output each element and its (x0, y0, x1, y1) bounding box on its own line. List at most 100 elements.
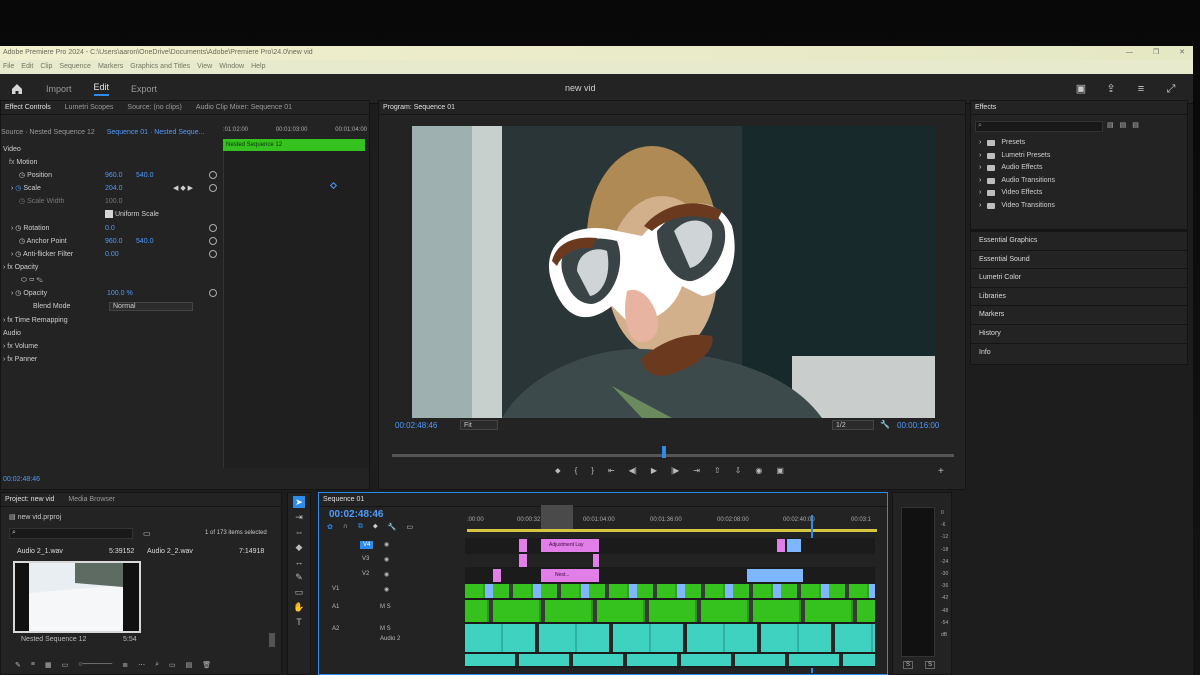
solo-button-right[interactable]: S (925, 661, 936, 669)
menu-view[interactable]: View (197, 60, 212, 74)
track-a3-clips[interactable] (465, 654, 875, 666)
reset-icon[interactable] (209, 289, 217, 297)
ellipse-mask-icon[interactable]: ⬭ (21, 277, 29, 284)
eye-icon[interactable]: ◉ (384, 586, 389, 593)
camera-icon[interactable]: ◉ (755, 466, 762, 480)
tab-effect-controls[interactable]: Effect Controls (5, 104, 51, 111)
fit-dropdown[interactable]: Fit (460, 420, 498, 430)
program-playhead[interactable] (662, 446, 666, 458)
lift-icon[interactable]: ⇧ (714, 466, 721, 480)
maximize-icon[interactable]: ❐ (1153, 46, 1159, 60)
effects-folder-presets[interactable]: › Presets (973, 137, 1179, 150)
solo-button-left[interactable]: S (903, 661, 914, 669)
panel-essential-sound[interactable]: Essential Sound (971, 249, 1187, 269)
sort-icon[interactable]: ≣ (122, 661, 128, 669)
eye-icon[interactable]: ◉ (384, 556, 389, 563)
panel-info[interactable]: Info (971, 342, 1187, 362)
compare-icon[interactable]: ▣ (776, 466, 784, 480)
track-a1-clips[interactable] (465, 600, 875, 622)
clip-v3[interactable] (593, 554, 599, 567)
reset-icon[interactable] (209, 250, 217, 258)
clip-v2[interactable] (747, 569, 803, 582)
effects-folder-audio-effects[interactable]: › Audio Effects (973, 162, 1179, 175)
settings-wrench-icon[interactable]: 🔧 (880, 420, 890, 429)
tab-project[interactable]: Project: new vid (5, 496, 54, 503)
zoom-slider[interactable]: ○────── (78, 661, 112, 669)
slip-tool-icon[interactable]: ↔ (293, 556, 305, 568)
list-view-icon[interactable]: ≡ (31, 661, 35, 669)
panel-libraries[interactable]: Libraries (971, 286, 1187, 306)
resolution-dropdown[interactable]: 1/2 (832, 420, 874, 430)
hand-tool-icon[interactable]: ✋ (293, 601, 305, 613)
reset-icon[interactable] (209, 184, 217, 192)
razor-tool-icon[interactable]: ◆ (293, 541, 305, 553)
menu-help[interactable]: Help (251, 60, 265, 74)
track-v1-clips[interactable] (465, 584, 875, 598)
scale-row[interactable]: › ◷ Scale 204.0 ◀ ◆ ▶ (1, 182, 223, 195)
opacity-effect[interactable]: › fx Opacity (1, 261, 223, 274)
effects-folder-lumetri-presets[interactable]: › Lumetri Presets (973, 150, 1179, 163)
menu-markers[interactable]: Markers (98, 60, 123, 74)
eye-icon[interactable]: ◉ (384, 571, 389, 578)
panel-markers[interactable]: Markers (971, 305, 1187, 324)
panner-effect[interactable]: › fx Panner (1, 353, 223, 366)
opacity-row[interactable]: › ◷ Opacity 100.0 % (1, 287, 223, 300)
mute-solo-icon[interactable]: M S (380, 626, 391, 632)
selection-tool-icon[interactable]: ➤ (293, 496, 305, 508)
timeline-ruler[interactable]: :00:00 00:00:32:00 00:01:04:00 00:01:36:… (467, 517, 877, 527)
uniform-scale-row[interactable]: Uniform Scale (1, 208, 223, 221)
reset-icon[interactable] (209, 237, 217, 245)
panel-lumetri-color[interactable]: Lumetri Color (971, 268, 1187, 287)
minimize-icon[interactable]: — (1126, 46, 1133, 60)
blend-mode-select[interactable]: Normal (109, 302, 193, 311)
menu-graphics[interactable]: Graphics and Titles (130, 60, 190, 74)
timeline-tracks-area[interactable]: Adjustment Lay Nest... (465, 538, 875, 668)
uniform-scale-checkbox[interactable] (105, 210, 113, 219)
marker-icon[interactable]: ⬥ (555, 466, 561, 480)
effects-search-input[interactable]: ⌕ (975, 121, 1103, 132)
accelerated-effects-icon[interactable]: ▤ (1107, 121, 1114, 129)
ec-keyframe-area[interactable] (223, 151, 369, 468)
tab-media-browser[interactable]: Media Browser (68, 496, 115, 503)
effects-folder-audio-transitions[interactable]: › Audio Transitions (973, 175, 1179, 188)
program-timecode[interactable]: 00:02:48:46 (395, 421, 437, 430)
new-bin-icon[interactable]: ▭ (169, 661, 176, 669)
icon-view-icon[interactable]: ▦ (45, 661, 52, 669)
adjustment-layer-clip[interactable]: Adjustment Lay (541, 539, 599, 552)
mark-out-icon[interactable]: } (591, 466, 594, 480)
mark-in-icon[interactable]: { (575, 466, 578, 480)
freeform-view-icon[interactable]: ▭ (62, 661, 69, 669)
tab-lumetri-scopes[interactable]: Lumetri Scopes (65, 104, 114, 111)
eye-icon[interactable]: ◉ (384, 541, 389, 548)
sequence-dropdown[interactable]: Sequence 01 · Nested Seque... (107, 129, 205, 136)
antiflicker-row[interactable]: › ◷ Anti-flicker Filter 0.00 (1, 248, 223, 261)
tab-import[interactable]: Import (46, 84, 72, 94)
anchor-row[interactable]: ◷ Anchor Point 960.0 540.0 (1, 235, 223, 248)
keyframe-nav-icon[interactable]: ◀ ◆ ▶ (173, 182, 193, 195)
ec-clip-bar[interactable]: Nested Sequence 12 (223, 139, 365, 151)
step-back-icon[interactable]: ◀| (629, 466, 637, 480)
snap-icon[interactable]: ∩ (343, 523, 348, 531)
trash-icon[interactable]: 🗑 (202, 661, 211, 669)
menu-icon[interactable]: ≡ (1133, 81, 1149, 97)
step-forward-icon[interactable]: |▶ (671, 466, 679, 480)
tab-edit[interactable]: Edit (93, 82, 110, 96)
pencil-icon[interactable]: ✎ (15, 661, 21, 669)
menu-file[interactable]: File (3, 60, 14, 74)
workspaces-icon[interactable]: ▣ (1073, 81, 1089, 97)
program-video-frame[interactable] (412, 126, 935, 418)
position-x[interactable]: 960.0 (105, 169, 123, 182)
yuv-effects-icon[interactable]: ▤ (1132, 121, 1139, 129)
work-area-bar[interactable] (467, 529, 877, 532)
new-bin-icon[interactable]: ▭ (143, 529, 151, 538)
project-thumbnail[interactable] (13, 561, 141, 633)
menu-sequence[interactable]: Sequence (59, 60, 91, 74)
effects-folder-video-transitions[interactable]: › Video Transitions (973, 200, 1179, 213)
clip-v4[interactable] (777, 539, 785, 552)
clip-v2[interactable] (493, 569, 501, 582)
tab-source[interactable]: Source: (no clips) (127, 104, 181, 111)
reset-icon[interactable] (209, 224, 217, 232)
track-a2-clips[interactable] (465, 624, 875, 652)
go-to-out-icon[interactable]: ⇥ (693, 466, 700, 480)
close-icon[interactable]: ✕ (1179, 46, 1185, 60)
